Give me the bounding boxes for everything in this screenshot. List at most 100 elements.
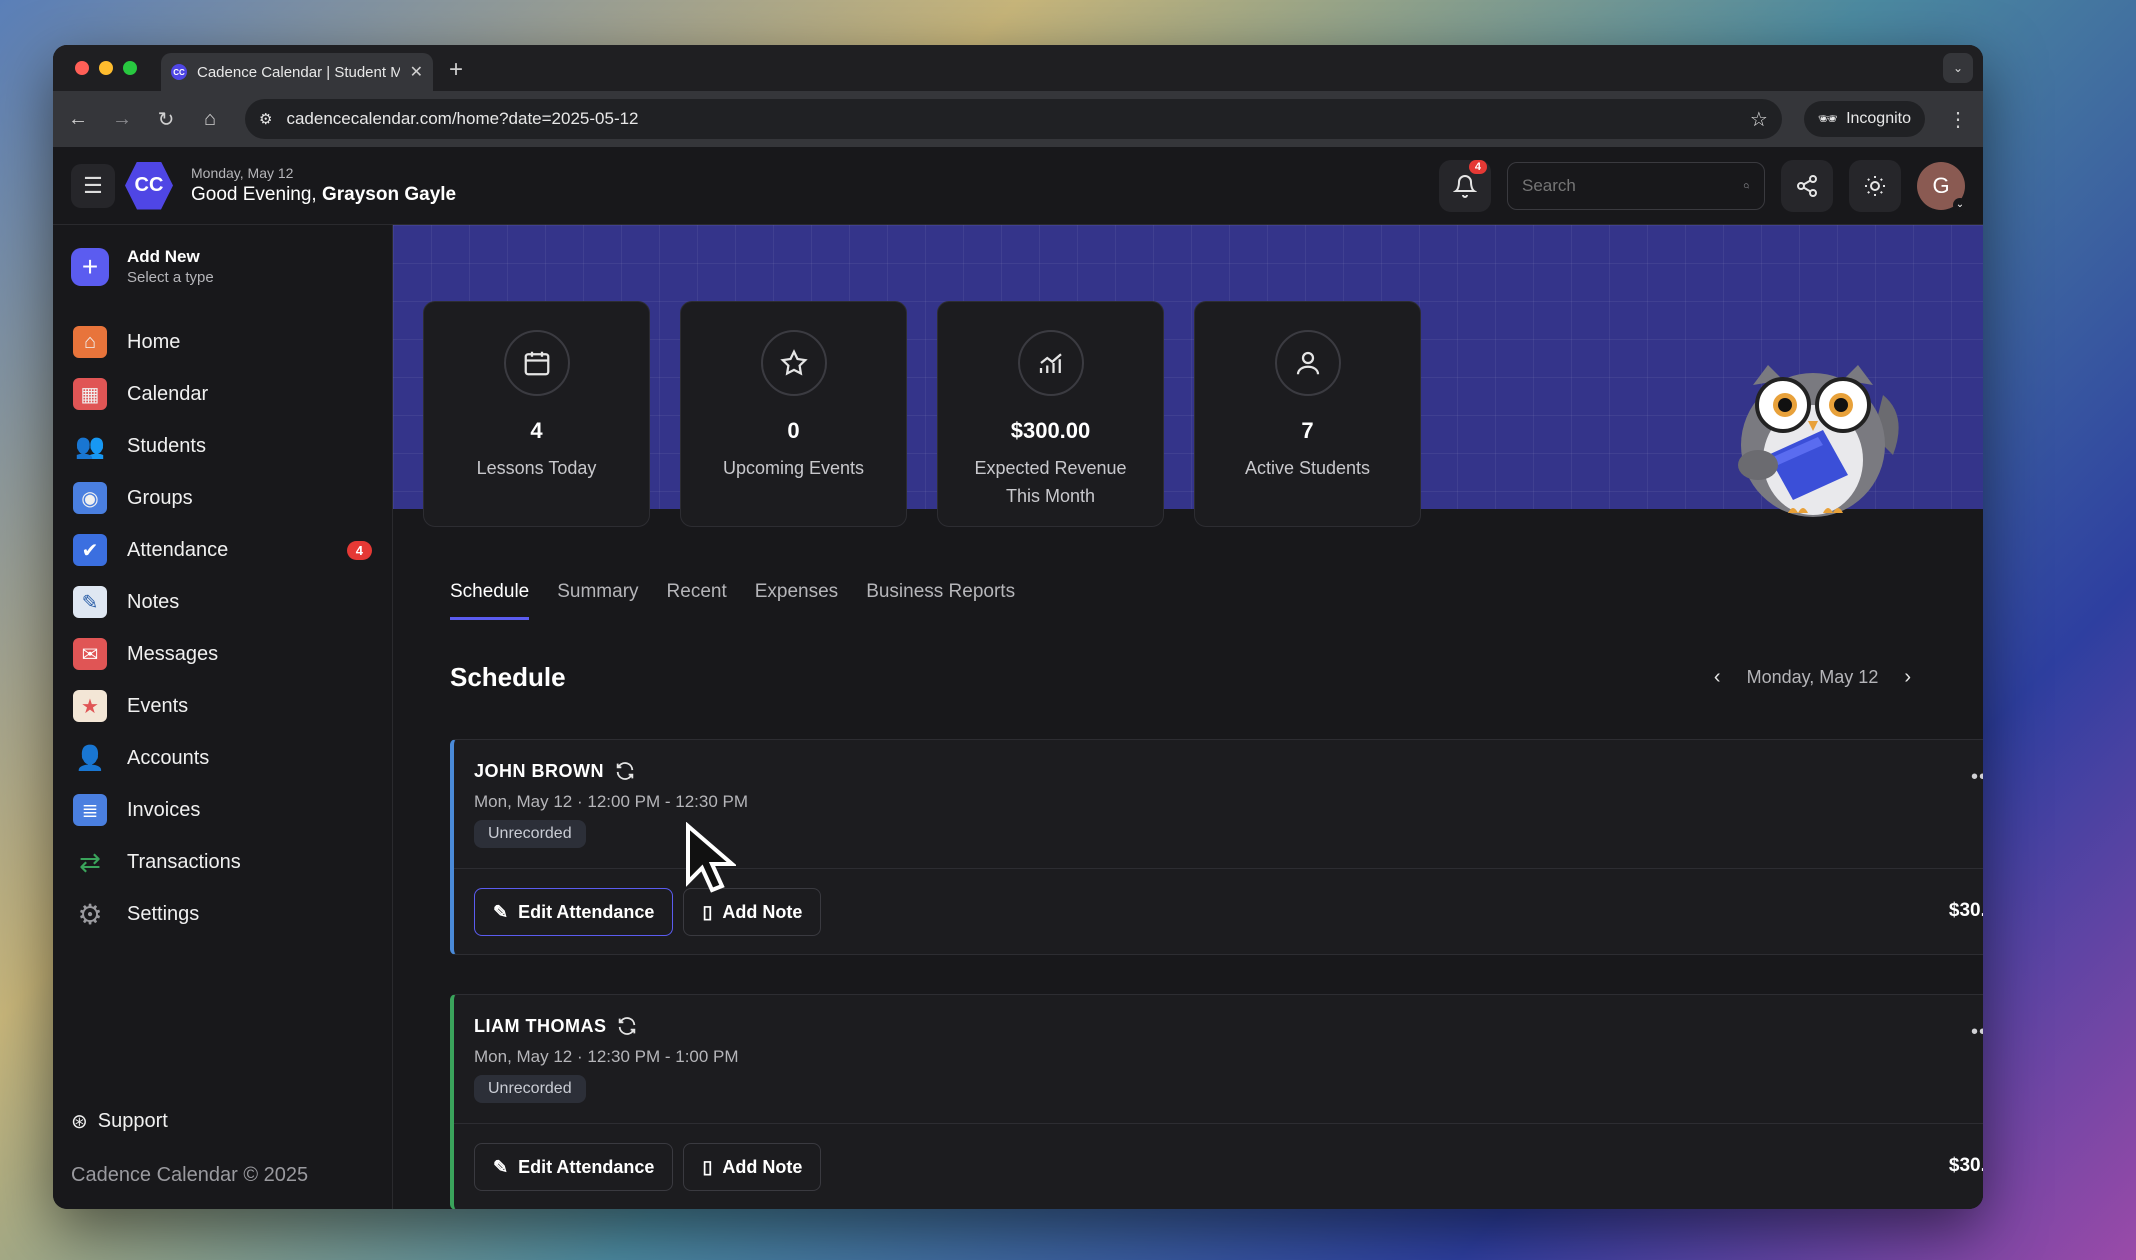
sidebar-item-label: Students: [127, 434, 206, 457]
sidebar-item-attendance[interactable]: ✔ Attendance 4: [71, 524, 374, 576]
sidebar-item-events[interactable]: ★ Events: [71, 680, 374, 732]
stat-value: 0: [787, 418, 800, 443]
search-input[interactable]: [1522, 175, 1743, 196]
schedule-date-label: Monday, May 12: [1746, 667, 1879, 687]
main-content: 4 Lessons Today 0 Upcoming Events $300.0…: [393, 225, 1983, 1209]
browser-menu-icon[interactable]: ⋮: [1947, 107, 1969, 132]
app-logo[interactable]: CC: [125, 161, 173, 210]
tab-schedule[interactable]: Schedule: [450, 581, 530, 620]
more-options-icon[interactable]: •••: [1971, 766, 1983, 789]
site-settings-icon[interactable]: ⚙: [259, 110, 272, 128]
sidebar-item-home[interactable]: ⌂ Home: [71, 316, 374, 368]
search-icon[interactable]: [1743, 177, 1750, 195]
sidebar-item-accounts[interactable]: 👤 Accounts: [71, 732, 374, 784]
url-text[interactable]: cadencecalendar.com/home?date=2025-05-12: [286, 109, 1735, 129]
attendance-count-badge: 4: [346, 540, 372, 560]
greeting-block: Monday, May 12 Good Evening, Grayson Gay…: [191, 165, 456, 206]
groups-icon: ◉: [73, 482, 107, 514]
sidebar-item-label: Transactions: [127, 850, 241, 873]
greeting-prefix: Good Evening,: [191, 184, 322, 205]
lesson-card[interactable]: LIAM THOMAS Mon, May 12 · 12:30 PM - 1:0…: [450, 994, 1983, 1209]
tab-recent[interactable]: Recent: [667, 581, 727, 620]
students-icon: 👥: [75, 432, 105, 460]
reload-icon[interactable]: ↻: [155, 107, 177, 132]
tab-expenses[interactable]: Expenses: [755, 581, 838, 620]
notes-icon: ✎: [73, 586, 107, 618]
hamburger-menu-icon[interactable]: ☰: [71, 163, 115, 208]
incognito-indicator[interactable]: 🕶 Incognito: [1803, 101, 1925, 137]
accounts-icon: 👤: [75, 744, 105, 772]
app-header: ☰ CC Monday, May 12 Good Evening, Grayso…: [53, 147, 1983, 225]
chevron-right-icon[interactable]: ›: [1904, 666, 1911, 689]
close-window-button[interactable]: [75, 61, 89, 75]
recurring-icon: [619, 1017, 636, 1035]
sidebar: + Add New Select a type ⌂ Home ▦ Calenda…: [53, 225, 393, 1209]
edit-attendance-label: Edit Attendance: [518, 1156, 655, 1177]
student-name-text: JOHN BROWN: [474, 760, 604, 781]
edit-attendance-button[interactable]: ✎ Edit Attendance: [474, 888, 674, 936]
user-name: Grayson Gayle: [321, 184, 457, 205]
card-divider: [454, 1123, 1983, 1124]
sidebar-item-invoices[interactable]: ≣ Invoices: [71, 784, 374, 836]
stat-label: Expected Revenue This Month: [974, 458, 1127, 506]
stat-label: Active Students: [1244, 458, 1371, 478]
user-avatar[interactable]: G ⌄: [1917, 161, 1967, 212]
sidebar-item-label: Notes: [127, 590, 180, 613]
tab-summary[interactable]: Summary: [557, 581, 638, 620]
gear-icon: ⚙: [77, 898, 103, 930]
stat-value: 4: [530, 418, 543, 443]
add-note-button[interactable]: ▯ Add Note: [683, 1143, 822, 1191]
bookmark-star-icon[interactable]: ☆: [1750, 107, 1768, 132]
tab-business-reports[interactable]: Business Reports: [866, 581, 1015, 620]
tab-close-icon[interactable]: ✕: [410, 62, 423, 82]
lesson-card[interactable]: JOHN BROWN Mon, May 12 · 12:00 PM - 12:3…: [450, 739, 1983, 955]
edit-attendance-button[interactable]: ✎ Edit Attendance: [474, 1143, 674, 1191]
home-icon: ⌂: [73, 326, 107, 358]
notification-count-badge: 4: [1468, 159, 1487, 174]
home-browser-icon[interactable]: ⌂: [199, 108, 221, 131]
address-bar[interactable]: ⚙ cadencecalendar.com/home?date=2025-05-…: [245, 99, 1782, 139]
copyright-label: Cadence Calendar © 2025: [71, 1164, 309, 1186]
invoice-icon: ≣: [73, 794, 107, 826]
back-icon[interactable]: ←: [67, 108, 89, 131]
status-badge: Unrecorded: [474, 1075, 586, 1103]
stat-card-revenue: $300.00 Expected Revenue This Month: [937, 301, 1164, 527]
sidebar-item-label: Settings: [127, 902, 200, 925]
student-name-text: LIAM THOMAS: [474, 1015, 607, 1036]
tab-search-icon[interactable]: ⌄: [1943, 53, 1973, 83]
stat-card-lessons: 4 Lessons Today: [423, 301, 650, 527]
user-icon: [1274, 330, 1341, 396]
support-link[interactable]: ⊛ Support: [71, 1109, 374, 1134]
mail-icon: ✉: [73, 638, 107, 670]
chevron-down-icon: ⌄: [1953, 197, 1967, 212]
add-new-button[interactable]: + Add New Select a type: [71, 247, 374, 286]
sidebar-item-settings[interactable]: ⚙ Settings: [71, 888, 374, 940]
lesson-price: $30.00: [1948, 1155, 1983, 1176]
user-edit-icon: ✎: [493, 1156, 509, 1177]
browser-tab[interactable]: CC Cadence Calendar | Student M ✕: [161, 53, 433, 91]
maximize-window-button[interactable]: [123, 61, 137, 75]
forward-icon[interactable]: →: [111, 108, 133, 131]
sidebar-item-notes[interactable]: ✎ Notes: [71, 576, 374, 628]
minimize-window-button[interactable]: [99, 61, 113, 75]
share-button[interactable]: [1781, 159, 1833, 212]
stat-label: Upcoming Events: [722, 458, 865, 478]
note-icon: ▯: [702, 1156, 713, 1177]
lesson-student-name: JOHN BROWN: [474, 760, 636, 782]
theme-toggle-button[interactable]: [1849, 159, 1901, 212]
more-options-icon[interactable]: •••: [1971, 1021, 1983, 1044]
notifications-button[interactable]: 4: [1439, 159, 1491, 212]
lesson-student-name: LIAM THOMAS: [474, 1015, 638, 1037]
search-box[interactable]: [1507, 161, 1765, 210]
sidebar-footer: ⊛ Support Cadence Calendar © 2025: [71, 1109, 374, 1187]
new-tab-icon[interactable]: +: [449, 56, 463, 84]
chevron-left-icon[interactable]: ‹: [1714, 666, 1721, 689]
sidebar-item-transactions[interactable]: ⇄ Transactions: [71, 836, 374, 888]
sidebar-item-calendar[interactable]: ▦ Calendar: [71, 368, 374, 420]
sidebar-item-groups[interactable]: ◉ Groups: [71, 472, 374, 524]
header-date: Monday, May 12: [191, 165, 294, 181]
calendar-icon: ▦: [73, 378, 107, 410]
sidebar-item-students[interactable]: 👥 Students: [71, 420, 374, 472]
sidebar-item-messages[interactable]: ✉ Messages: [71, 628, 374, 680]
add-new-title: Add New: [127, 247, 200, 266]
